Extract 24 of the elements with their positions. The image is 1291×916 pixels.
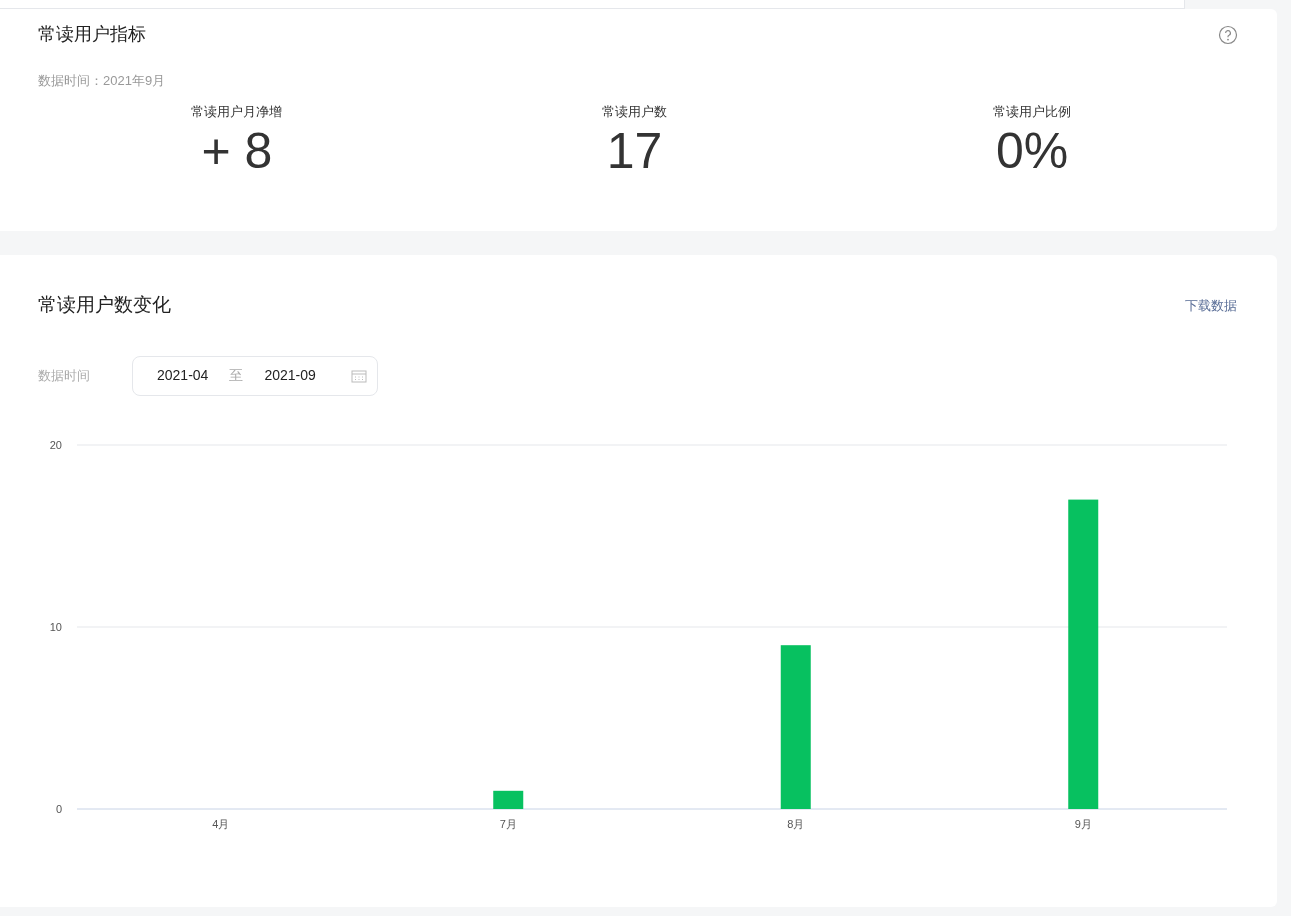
- date-label: 数据时间: [38, 366, 91, 385]
- metric-label: 常读用户数: [602, 103, 667, 121]
- x-axis-label: 7月: [499, 817, 517, 830]
- y-axis-label: 20: [49, 438, 62, 451]
- help-icon[interactable]: [1218, 24, 1238, 45]
- x-axis-label: 4月: [212, 817, 230, 830]
- y-axis-label: 0: [55, 802, 62, 815]
- card-title: 常读用户数变化: [38, 293, 171, 317]
- y-axis-label: 10: [49, 620, 62, 633]
- metric-value: 0%: [996, 121, 1069, 180]
- start-date[interactable]: 2021-04: [157, 365, 209, 386]
- metric-label: 常读用户月净增: [191, 103, 283, 121]
- metric-label: 常读用户比例: [993, 103, 1072, 121]
- range-separator: 至: [229, 366, 244, 385]
- date-range-picker[interactable]: 2021-04 至 2021-09: [132, 355, 378, 396]
- card-title: 常读用户指标: [38, 23, 146, 46]
- download-link[interactable]: 下载数据: [1185, 295, 1237, 315]
- metric-value: + 8: [201, 121, 273, 180]
- x-axis-label: 9月: [1074, 817, 1092, 830]
- metric-value: 17: [606, 121, 663, 180]
- x-axis-label: 8月: [787, 817, 805, 830]
- bar: [493, 790, 524, 809]
- data-time-text: 数据时间：2021年9月: [38, 73, 166, 88]
- end-date[interactable]: 2021-09: [264, 365, 316, 386]
